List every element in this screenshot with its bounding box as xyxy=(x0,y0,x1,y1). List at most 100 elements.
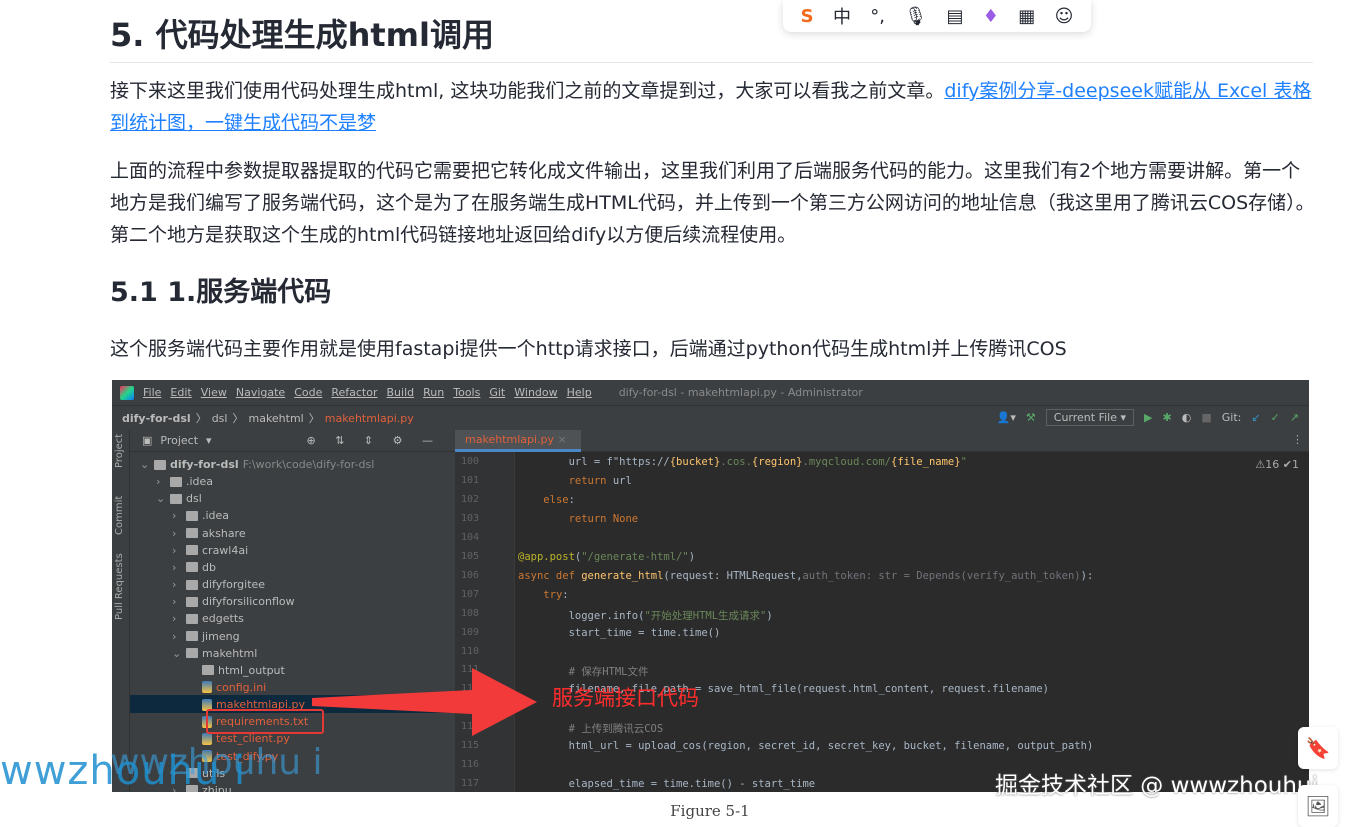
code-token: {region} xyxy=(751,456,803,468)
ide-menubar: File Edit View Navigate Code Refactor Build Run… xyxy=(112,380,1309,405)
bookmark-button[interactable]: 🔖 xyxy=(1298,727,1338,769)
mic-icon[interactable]: 🎙 xyxy=(904,6,927,27)
highlight-box xyxy=(206,709,324,734)
grid-icon[interactable]: ▦ xyxy=(1018,6,1035,27)
code-token: start_time = time.time() xyxy=(518,626,721,639)
more-icon: ⋮ xyxy=(1292,433,1303,446)
tree-item: › akshare xyxy=(172,526,246,540)
ime-toolbar: S 中 °, 🎙 ▤ ♦ ▦ ☺ xyxy=(783,0,1091,32)
code-token: (request: HTMLRequest, xyxy=(663,569,803,582)
window-title: dify-for-dsl - makehtmlapi.py - Administ… xyxy=(618,386,863,399)
code-token: : xyxy=(568,493,575,506)
code-line: return None xyxy=(518,513,639,525)
code-token: {bucket} xyxy=(669,456,721,468)
tool-window-stripe: Project Commit Pull Requests xyxy=(112,430,130,792)
tree-item: ⌄ dify-for-dsl F:\work\code\dify-for-dsl xyxy=(140,458,375,471)
code-token: logger.info( xyxy=(518,609,645,622)
tree-item: › difyforgitee xyxy=(172,578,266,592)
code-token: .cos. xyxy=(720,456,752,468)
run-icon: ▶ xyxy=(1144,411,1153,424)
inspections-indicator: ⚠16 ✔1 xyxy=(1255,458,1299,471)
ide-screenshot: File Edit View Navigate Code Refactor Build Run… xyxy=(112,380,1309,792)
ime-punctuation-toggle[interactable]: °, xyxy=(870,6,885,27)
folder-icon xyxy=(186,562,198,573)
menu-edit: Edit xyxy=(170,386,192,399)
watermark: wwzhouhu i xyxy=(0,748,247,794)
keyboard-icon[interactable]: ▤ xyxy=(946,6,963,27)
menu-build: Build xyxy=(386,386,415,399)
menu-window: Window xyxy=(514,386,558,399)
line-number: 117 xyxy=(461,778,480,790)
git-update-icon: ↙ xyxy=(1251,411,1261,424)
tree-item-label: akshare xyxy=(202,526,246,540)
mascot-icon[interactable]: ☺ xyxy=(1055,6,1074,27)
folder-icon xyxy=(202,665,214,676)
code-token: @app.post xyxy=(518,550,575,563)
code-line: elapsed_time = time.time() - start_time xyxy=(518,778,816,791)
image-button[interactable]: 🖼 xyxy=(1298,785,1338,827)
line-number: 108 xyxy=(461,607,480,619)
code-token: url = xyxy=(518,456,607,468)
code-token: ) xyxy=(688,550,696,563)
panel-actions-icon: ⊕ ⇅ ⇕ ⚙ — xyxy=(306,434,441,447)
code-token: f"https:// xyxy=(606,456,670,468)
code-line: return url xyxy=(518,475,632,487)
folder-icon xyxy=(186,528,198,539)
tree-item: › edgetts xyxy=(172,612,244,626)
code-line: logger.info("开始处理HTML生成请求") xyxy=(518,608,773,623)
annotation-label: 服务端接口代码 xyxy=(552,686,699,710)
tree-item-label: makehtml xyxy=(202,646,258,660)
tree-item-label: crawl4ai xyxy=(202,543,249,557)
code-token: .myqcloud.com/ xyxy=(802,456,892,468)
line-number: 115 xyxy=(461,740,480,752)
folder-icon xyxy=(186,545,198,556)
code-token: elapsed_time = time.time() - start_time xyxy=(518,778,816,791)
ime-chinese-toggle[interactable]: 中 xyxy=(833,3,851,29)
line-number: 106 xyxy=(461,569,480,581)
tree-item-label: edgetts xyxy=(202,612,244,626)
tree-item: › .idea xyxy=(156,475,214,489)
folder-icon xyxy=(170,476,182,487)
line-number: 102 xyxy=(461,493,480,505)
line-number: 104 xyxy=(461,531,480,543)
code-token: else xyxy=(543,493,569,506)
folder-icon xyxy=(186,648,198,659)
section-heading: 5. 代码处理生成html调用 xyxy=(110,14,1313,63)
tree-item-label: .idea xyxy=(202,509,230,523)
code-line: url = f"https://{bucket}.cos.{region}.my… xyxy=(518,456,967,468)
tree-item-label: .idea xyxy=(186,475,214,489)
tree-item-label: config.ini xyxy=(216,680,267,694)
folder-icon xyxy=(186,510,198,521)
side-tab-commit: Commit xyxy=(114,495,125,535)
folder-icon xyxy=(186,596,198,607)
code-token: ) xyxy=(766,609,773,622)
image-icon: 🖼 xyxy=(1305,794,1331,818)
code-token: {file_name} xyxy=(891,456,961,468)
crumb: makehtml xyxy=(248,411,304,425)
line-number: 116 xyxy=(461,759,480,771)
menu-file: File xyxy=(143,386,162,399)
editor-tabs: makehtmlapi.py × ⋮ xyxy=(455,430,1309,452)
skin-icon[interactable]: ♦ xyxy=(983,6,999,27)
line-number: 107 xyxy=(461,588,480,600)
coverage-icon: ◐ xyxy=(1181,411,1192,424)
folder-icon xyxy=(154,459,166,470)
intro-text: 接下来这里我们使用代码处理生成html, 这块功能我们之前的文章提到过，大家可以… xyxy=(110,80,945,102)
ide-breadcrumb: dify-for-dsl 〉 dsl 〉 makehtml 〉 makehtmlapi… xyxy=(112,405,1309,430)
menu-run: Run xyxy=(423,386,445,399)
line-number: 103 xyxy=(461,512,480,524)
side-tab-pull-requests: Pull Requests xyxy=(114,553,125,620)
sogou-logo-icon[interactable]: S xyxy=(801,6,814,27)
paragraph-explanation: 上面的流程中参数提取器提取的代码它需要把它转化成文件输出，这里我们利用了后端服务… xyxy=(110,160,1315,246)
code-token: "/generate-html/" xyxy=(581,550,689,563)
side-tab-project: Project xyxy=(114,433,125,468)
code-line: else: xyxy=(518,494,575,506)
code-line: html_url = upload_cos(region, secret_id,… xyxy=(518,740,1094,752)
user-icon: 👤▾ xyxy=(996,411,1016,424)
red-arrow-icon xyxy=(312,668,537,736)
line-number: 105 xyxy=(461,550,480,562)
crumb: dify-for-dsl xyxy=(122,411,191,425)
